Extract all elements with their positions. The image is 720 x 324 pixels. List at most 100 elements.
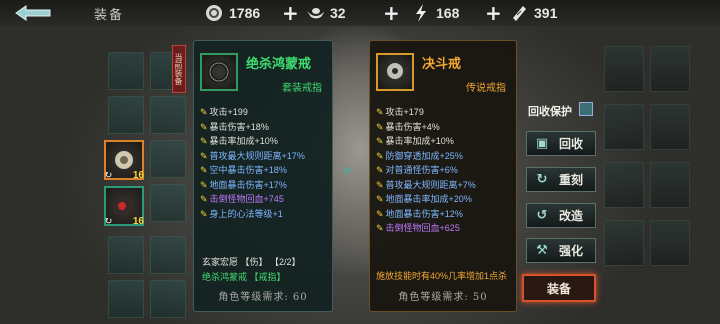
wrench-icon: ✎ bbox=[200, 121, 208, 132]
stat-line: ✎ 暴击伤害+18% bbox=[200, 120, 332, 135]
item-name: 绝杀鸿蒙戒 bbox=[246, 57, 312, 72]
inventory-slot[interactable] bbox=[150, 96, 186, 134]
energy-value: 168 bbox=[436, 5, 460, 21]
special-effect: 施放技能时有40%几率增加1点杀 bbox=[376, 271, 508, 281]
stat-line: ✎ 空中暴击伤害+18% bbox=[200, 163, 332, 178]
stat-text: 地面暴击率加成+20% bbox=[385, 194, 472, 204]
item-stats: ✎ 攻击+179 ✎ 暴击伤害+4% ✎ 暴击率加成+10% ✎ 防御穿透加成+25% ✎ 对普通… bbox=[376, 105, 508, 236]
slot-level: 16 bbox=[132, 170, 144, 181]
stat-text: 暴击率加成+10% bbox=[385, 136, 454, 146]
wrench-icon: ✎ bbox=[200, 179, 208, 190]
ticket-value: 391 bbox=[534, 5, 558, 21]
current-equipped-badge: 当前装备 bbox=[172, 45, 186, 93]
stat-text: 空中暴击伤害+18% bbox=[209, 165, 287, 175]
stat-line: ✎ 身上的心法等级+1 bbox=[200, 207, 332, 222]
slot-level: 16 bbox=[132, 216, 144, 227]
inventory-slot[interactable] bbox=[108, 52, 144, 90]
wrench-icon: ✎ bbox=[200, 107, 208, 117]
equip-button[interactable]: 装备 bbox=[522, 274, 596, 302]
refresh-icon: ↻ bbox=[104, 170, 113, 181]
refresh-icon: ↻ bbox=[104, 216, 113, 227]
inventory-slot[interactable] bbox=[150, 140, 186, 178]
equipment-slot-ring-1[interactable]: ↻ 16 bbox=[104, 140, 144, 181]
stat-text: 击倒怪物回血+625 bbox=[385, 223, 460, 233]
inventory-slot[interactable] bbox=[650, 104, 690, 150]
ingot-resource: 32 bbox=[306, 4, 346, 22]
stat-line: ✎ 普攻最大规则距离+17% bbox=[200, 149, 332, 164]
item-name: 决斗戒 bbox=[422, 57, 462, 72]
stat-text: 攻击+199 bbox=[209, 107, 248, 117]
inventory-slot[interactable] bbox=[604, 220, 644, 266]
recycle-protect-checkbox[interactable] bbox=[579, 102, 593, 116]
wrench-icon: ✎ bbox=[376, 150, 384, 161]
coin-value: 1786 bbox=[229, 5, 261, 21]
level-requirement: 角色等级需求: 50 bbox=[398, 292, 488, 303]
stat-line: ✎ 击倒怪物回血+745 bbox=[200, 192, 332, 207]
recycle-icon: ▣ bbox=[535, 136, 549, 151]
stat-text: 防御穿透加成+25% bbox=[385, 150, 463, 161]
inventory-slot[interactable] bbox=[604, 162, 644, 208]
wrench-icon: ✎ bbox=[376, 165, 384, 175]
inventory-slot[interactable] bbox=[108, 236, 144, 274]
compare-arrow-icon: » bbox=[342, 160, 352, 179]
equipment-slot-ring-2[interactable]: ↻ 16 bbox=[104, 186, 144, 227]
modify-button[interactable]: ↺ 改造 bbox=[526, 203, 596, 228]
back-arrow-icon[interactable] bbox=[14, 4, 54, 22]
item-type: 套装戒指 bbox=[282, 83, 322, 94]
inventory-slot[interactable] bbox=[604, 46, 644, 92]
add-energy-button[interactable]: + bbox=[485, 1, 502, 25]
reforge-icon: ↻ bbox=[536, 172, 548, 187]
inventory-grid: ↻ 16 ↻ 16 bbox=[0, 40, 190, 324]
stat-line: ✎ 防御穿透加成+25% bbox=[376, 149, 508, 164]
equipped-item-panel: 绝杀鸿蒙戒 套装戒指 ✎ 攻击+199 ✎ 暴击伤害+18% ✎ 暴击率加成+10% ✎ 普攻… bbox=[193, 40, 333, 312]
recycle-protect-label: 回收保护 bbox=[528, 105, 572, 118]
inventory-slot[interactable] bbox=[108, 280, 144, 318]
coin-resource: 1786 bbox=[205, 4, 260, 22]
wrench-icon: ✎ bbox=[200, 194, 208, 204]
inventory-slot[interactable] bbox=[150, 280, 186, 318]
inventory-slot[interactable] bbox=[650, 46, 690, 92]
wrench-icon: ✎ bbox=[200, 150, 208, 161]
wrench-icon: ✎ bbox=[376, 136, 384, 146]
stat-line: ✎ 普攻最大规则距离+7% bbox=[376, 178, 508, 193]
add-ingot-button[interactable]: + bbox=[383, 1, 400, 25]
stat-text: 身上的心法等级+1 bbox=[209, 208, 283, 219]
energy-resource: 168 bbox=[412, 4, 459, 22]
inventory-slot[interactable] bbox=[604, 104, 644, 150]
set-item: 绝杀鸿蒙戒 【戒指】 bbox=[202, 272, 286, 282]
stat-line: ✎ 地面暴击率加成+20% bbox=[376, 192, 508, 207]
item-icon bbox=[376, 53, 414, 91]
item-stats: ✎ 攻击+199 ✎ 暴击伤害+18% ✎ 暴击率加成+10% ✎ 普攻最大规则距离+17% ✎… bbox=[200, 105, 332, 221]
inventory-slot[interactable] bbox=[150, 184, 186, 222]
inventory-slot[interactable] bbox=[108, 96, 144, 134]
stat-text: 地面暴击伤害+12% bbox=[385, 208, 463, 219]
stat-line: ✎ 攻击+179 bbox=[376, 105, 508, 120]
inventory-slot[interactable] bbox=[650, 220, 690, 266]
stat-line: ✎ 暴击率加成+10% bbox=[200, 134, 332, 149]
stat-text: 暴击伤害+18% bbox=[209, 121, 269, 132]
stat-line: ✎ 对普通怪伤害+6% bbox=[376, 163, 508, 178]
add-coin-button[interactable]: + bbox=[282, 1, 299, 25]
stat-text: 攻击+179 bbox=[385, 107, 424, 117]
wrench-icon: ✎ bbox=[376, 179, 384, 190]
level-requirement: 角色等级需求: 60 bbox=[218, 292, 308, 303]
wrench-icon: ✎ bbox=[200, 208, 208, 219]
stat-text: 击倒怪物回血+745 bbox=[209, 194, 284, 204]
lightning-icon bbox=[412, 4, 430, 22]
ingot-icon bbox=[306, 4, 324, 22]
enhance-button[interactable]: ⚒ 强化 bbox=[526, 238, 596, 263]
stat-text: 普攻最大规则距离+17% bbox=[209, 150, 305, 161]
stat-text: 暴击率加成+10% bbox=[209, 136, 278, 146]
wrench-icon: ✎ bbox=[200, 165, 208, 175]
reforge-button[interactable]: ↻ 重刻 bbox=[526, 167, 596, 192]
wrench-icon: ✎ bbox=[376, 208, 384, 219]
stat-line: ✎ 地面暴击伤害+12% bbox=[376, 207, 508, 222]
recycle-button[interactable]: ▣ 回收 bbox=[526, 131, 596, 156]
stat-line: ✎ 攻击+199 bbox=[200, 105, 332, 120]
inventory-slot[interactable] bbox=[650, 162, 690, 208]
inventory-slot[interactable] bbox=[150, 236, 186, 274]
set-name: 玄家宏愿 【伤】 【2/2】 bbox=[202, 257, 301, 267]
stat-text: 暴击伤害+4% bbox=[385, 121, 440, 132]
item-type: 传说戒指 bbox=[466, 83, 506, 94]
stat-line: ✎ 暴击伤害+4% bbox=[376, 120, 508, 135]
